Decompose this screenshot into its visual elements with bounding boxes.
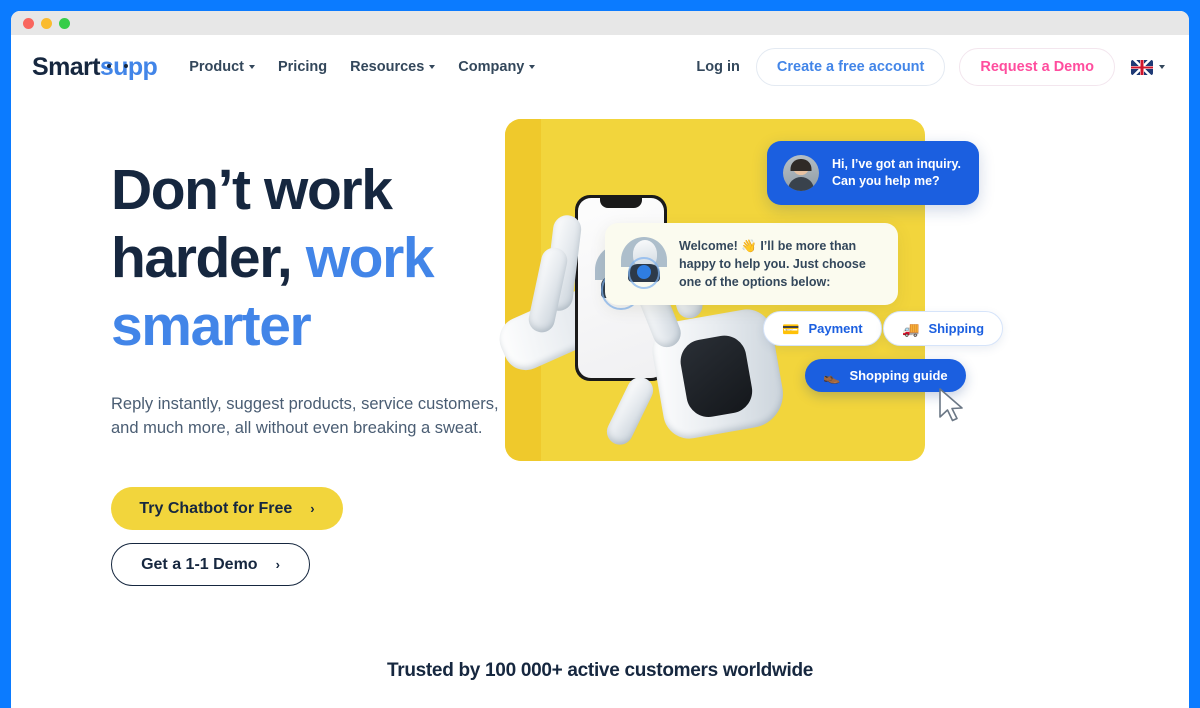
chat-bubble-user-text: Hi, I’ve got an inquiry. Can you help me…	[832, 157, 961, 188]
navbar-actions: Log in Create a free account Request a D…	[696, 48, 1165, 86]
nav-item-label: Company	[458, 59, 525, 75]
nav-item-label: Resources	[350, 59, 425, 75]
create-free-account-button[interactable]: Create a free account	[755, 48, 946, 86]
nav-item-pricing[interactable]: Pricing	[278, 59, 327, 75]
chat-option-payment[interactable]: 💳 Payment	[763, 311, 882, 346]
close-window-dot[interactable]	[23, 17, 34, 29]
chevron-down-icon	[248, 65, 255, 69]
nav-item-company[interactable]: Company	[458, 59, 536, 75]
chevron-down-icon	[1159, 65, 1165, 69]
logo-eye-icon	[106, 63, 111, 68]
chevron-down-icon	[429, 65, 436, 69]
hero-title-line1: Don’t work	[111, 158, 393, 222]
phone-notch	[600, 198, 642, 208]
chat-option-label: Shopping guide	[849, 368, 948, 383]
language-selector[interactable]	[1131, 59, 1165, 75]
chevron-right-icon: ›	[275, 556, 280, 572]
uk-flag-icon	[1131, 59, 1153, 75]
request-demo-button[interactable]: Request a Demo	[959, 48, 1115, 86]
nav-item-label: Pricing	[277, 59, 328, 75]
site-navbar: Smartsupp Product Pricing Resources Comp…	[11, 35, 1189, 99]
browser-frame: Smartsupp Product Pricing Resources Comp…	[0, 0, 1200, 708]
hero-illustration: Hi, I’ve got an inquiry. Can you help me…	[492, 119, 1165, 479]
user-avatar	[783, 155, 819, 191]
trust-banner: Trusted by 100 000+ active customers wor…	[386, 660, 814, 681]
hero-title-line3: smarter	[111, 294, 312, 358]
hero-cta-group: Try Chatbot for Free › Get a 1-1 Demo ›	[111, 487, 505, 586]
browser-titlebar	[11, 11, 1189, 35]
maximize-window-dot[interactable]	[59, 17, 70, 29]
smartsupp-logo[interactable]: Smartsupp	[32, 52, 158, 82]
logo-text-smart: Smart	[32, 52, 100, 81]
login-link[interactable]: Log in	[696, 59, 740, 75]
nav-item-label: Product	[189, 59, 244, 75]
page-content: Smartsupp Product Pricing Resources Comp…	[11, 35, 1189, 708]
illustration-yellow-panel: Hi, I’ve got an inquiry. Can you help me…	[492, 119, 1004, 461]
chevron-down-icon	[529, 65, 536, 69]
browser-window: Smartsupp Product Pricing Resources Comp…	[11, 11, 1189, 708]
try-chatbot-button[interactable]: Try Chatbot for Free ›	[111, 487, 343, 530]
chat-option-label: Payment	[808, 321, 863, 336]
cta-primary-label: Try Chatbot for Free	[139, 499, 293, 517]
cta-secondary-label: Get a 1-1 Demo	[141, 555, 258, 573]
main-navigation: Product Pricing Resources Company	[189, 59, 536, 75]
hero-title-line2a: harder,	[111, 226, 306, 290]
bot-indicator-dot	[637, 265, 651, 279]
minimize-window-dot[interactable]	[41, 17, 52, 29]
mouse-cursor-icon	[939, 388, 963, 422]
chat-option-shipping[interactable]: 🚚 Shipping	[883, 311, 1004, 346]
nav-item-product[interactable]: Product	[189, 59, 255, 75]
chevron-right-icon: ›	[310, 500, 315, 516]
credit-card-icon: 💳	[782, 320, 800, 337]
chat-option-label: Shipping	[928, 321, 985, 336]
chat-bubble-user: Hi, I’ve got an inquiry. Can you help me…	[767, 141, 979, 205]
hero-section: Don’t work harder, work smarter Reply in…	[11, 99, 1189, 586]
hero-subtitle: Reply instantly, suggest products, servi…	[111, 395, 499, 437]
page-title: Don’t work harder, work smarter	[111, 156, 505, 360]
hero-title-line2b: work	[305, 226, 435, 290]
robot-finger	[602, 372, 658, 450]
shoe-icon: 👞	[823, 367, 841, 384]
nav-item-resources[interactable]: Resources	[350, 59, 436, 75]
chat-bubble-bot-text: Welcome! 👋 I’ll be more than happy to he…	[679, 239, 866, 289]
chatbot-avatar-icon	[621, 237, 667, 289]
truck-icon: 🚚	[902, 320, 920, 337]
get-demo-button[interactable]: Get a 1-1 Demo ›	[111, 543, 310, 586]
hero-text-column: Don’t work harder, work smarter Reply in…	[35, 119, 505, 586]
chat-bubble-bot: Welcome! 👋 I’ll be more than happy to he…	[605, 223, 898, 305]
logo-eye-icon	[123, 63, 128, 68]
